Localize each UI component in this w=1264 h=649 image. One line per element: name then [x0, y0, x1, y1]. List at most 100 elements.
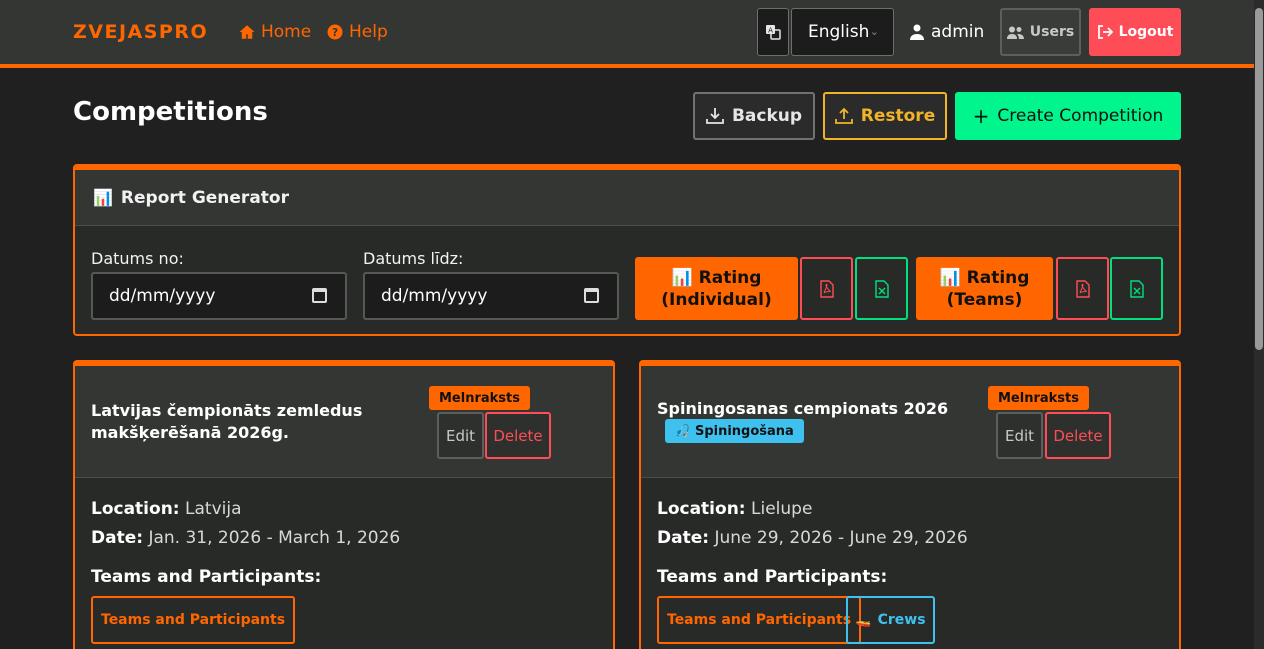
- page-scrollbar[interactable]: [1254, 0, 1264, 649]
- backup-button[interactable]: Backup: [693, 92, 815, 140]
- svg-text:?: ?: [332, 27, 338, 39]
- nav-help-link[interactable]: ? Help: [326, 22, 388, 42]
- location-value: Lielupe: [751, 499, 813, 519]
- location-value: Latvija: [185, 499, 242, 519]
- pdf-icon: [1075, 279, 1090, 298]
- date-value: Jan. 31, 2026 - March 1, 2026: [148, 528, 401, 548]
- nav-home-link[interactable]: Home: [238, 22, 311, 42]
- logout-button[interactable]: Logout: [1089, 8, 1181, 56]
- help-icon: ?: [327, 24, 343, 40]
- crews-label: Crews: [877, 612, 926, 628]
- status-badge: Melnraksts: [988, 386, 1089, 410]
- location-label: Location:: [91, 499, 180, 519]
- teams-section-label: Teams and Participants:: [91, 567, 322, 587]
- date-from-input[interactable]: dd/mm/yyyy: [91, 272, 347, 320]
- edit-button[interactable]: Edit: [996, 412, 1043, 459]
- date-to-placeholder: dd/mm/yyyy: [381, 286, 488, 306]
- competition-card-header: Latvijas čempionāts zemledus makšķerēšan…: [75, 362, 613, 478]
- upload-icon: [834, 107, 853, 124]
- logout-label: Logout: [1118, 24, 1174, 40]
- create-label: Create Competition: [997, 106, 1164, 126]
- individual-excel-button[interactable]: [855, 257, 908, 320]
- brand-logo[interactable]: ZVEJASPRO: [73, 21, 208, 43]
- individual-pdf-button[interactable]: [800, 257, 853, 320]
- restore-button[interactable]: Restore: [823, 92, 947, 140]
- navbar: ZVEJASPRO Home ? Help A English ⌄ admin …: [0, 0, 1254, 68]
- delete-button[interactable]: Delete: [1045, 412, 1111, 459]
- date-to-input[interactable]: dd/mm/yyyy: [363, 272, 619, 320]
- date-label: Date:: [657, 528, 710, 548]
- excel-icon: [874, 279, 889, 298]
- boat-icon: 🚤: [855, 612, 872, 628]
- page-title: Competitions: [73, 97, 268, 127]
- edit-button[interactable]: Edit: [437, 412, 484, 459]
- username: admin: [931, 22, 985, 42]
- teams-excel-button[interactable]: [1110, 257, 1163, 320]
- users-button[interactable]: Users: [1000, 8, 1081, 56]
- user-icon: [910, 24, 924, 40]
- pdf-icon: [819, 279, 834, 298]
- scrollbar-thumb[interactable]: [1255, 8, 1263, 350]
- rating-teams-button[interactable]: 📊 Rating (Teams): [916, 257, 1053, 320]
- competition-title[interactable]: Spiningosanas cempionats 2026: [657, 398, 948, 420]
- teams-participants-button[interactable]: Teams and Participants: [91, 596, 296, 644]
- date-from-label: Datums no:: [91, 249, 184, 268]
- translate-button[interactable]: A: [757, 8, 789, 56]
- location-line: Location: Latvija: [91, 499, 242, 519]
- date-label: Date:: [91, 528, 144, 548]
- competition-card: Latvijas čempionāts zemledus makšķerēšan…: [73, 360, 615, 649]
- type-badge-label: Spiningošana: [694, 423, 794, 439]
- download-icon: [706, 108, 724, 124]
- language-select[interactable]: English ⌄: [791, 8, 894, 56]
- rating-teams-line1: Rating: [966, 267, 1030, 288]
- rating-teams-line2: (Teams): [946, 289, 1023, 310]
- report-header: 📊 Report Generator: [75, 166, 1179, 226]
- nav-home-label: Home: [261, 22, 312, 42]
- competition-title-line: Latvijas čempionāts zemledus: [91, 401, 363, 420]
- date-line: Date: Jan. 31, 2026 - March 1, 2026: [91, 528, 400, 548]
- report-title: Report Generator: [120, 187, 289, 208]
- logout-icon: [1097, 25, 1113, 39]
- competition-title[interactable]: Latvijas čempionāts zemledus makšķerēšan…: [91, 400, 362, 444]
- rating-individual-line2: (Individual): [661, 289, 772, 310]
- fishing-icon: 🎣: [675, 424, 690, 438]
- competition-card: Spiningosanas cempionats 2026 🎣 Spiningo…: [639, 360, 1181, 649]
- location-line: Location: Lielupe: [657, 499, 812, 519]
- teams-section-label: Teams and Participants:: [657, 567, 888, 587]
- users-label: Users: [1029, 24, 1075, 40]
- delete-button[interactable]: Delete: [485, 412, 551, 459]
- user-menu: admin: [910, 22, 984, 42]
- home-icon: [239, 25, 255, 39]
- bar-chart-icon: 📊: [939, 267, 961, 288]
- excel-icon: [1129, 279, 1144, 298]
- competition-card-header: Spiningosanas cempionats 2026 🎣 Spiningo…: [641, 362, 1179, 478]
- users-icon: [1006, 26, 1024, 39]
- restore-label: Restore: [860, 106, 936, 126]
- calendar-icon[interactable]: [584, 288, 599, 303]
- date-from-placeholder: dd/mm/yyyy: [109, 286, 216, 306]
- rating-individual-line1: Rating: [698, 267, 762, 288]
- translate-icon: A: [766, 25, 781, 40]
- report-generator-card: 📊 Report Generator Datums no: dd/mm/yyyy…: [73, 164, 1181, 336]
- teams-pdf-button[interactable]: [1056, 257, 1109, 320]
- create-competition-button[interactable]: + Create Competition: [955, 92, 1181, 140]
- language-value: English: [808, 22, 870, 42]
- crews-button[interactable]: 🚤 Crews: [846, 596, 935, 644]
- plus-icon: +: [972, 104, 990, 128]
- teams-participants-button[interactable]: Teams and Participants: [657, 596, 862, 644]
- rating-individual-button[interactable]: 📊 Rating (Individual): [635, 257, 798, 320]
- date-line: Date: June 29, 2026 - June 29, 2026: [657, 528, 968, 548]
- calendar-icon[interactable]: [312, 288, 327, 303]
- bar-chart-icon: 📊: [671, 267, 693, 288]
- status-badge: Melnraksts: [429, 386, 530, 410]
- chevron-down-icon: ⌄: [869, 25, 879, 38]
- location-label: Location:: [657, 499, 746, 519]
- nav-help-label: Help: [349, 22, 388, 42]
- date-to-label: Datums līdz:: [363, 249, 464, 268]
- bar-chart-icon: 📊: [93, 188, 113, 207]
- type-badge: 🎣 Spiningošana: [665, 419, 804, 443]
- date-value: June 29, 2026 - June 29, 2026: [714, 528, 968, 548]
- competition-title-line: makšķerēšanā 2026g.: [91, 423, 290, 442]
- backup-label: Backup: [731, 106, 803, 126]
- svg-text:A: A: [768, 27, 773, 35]
